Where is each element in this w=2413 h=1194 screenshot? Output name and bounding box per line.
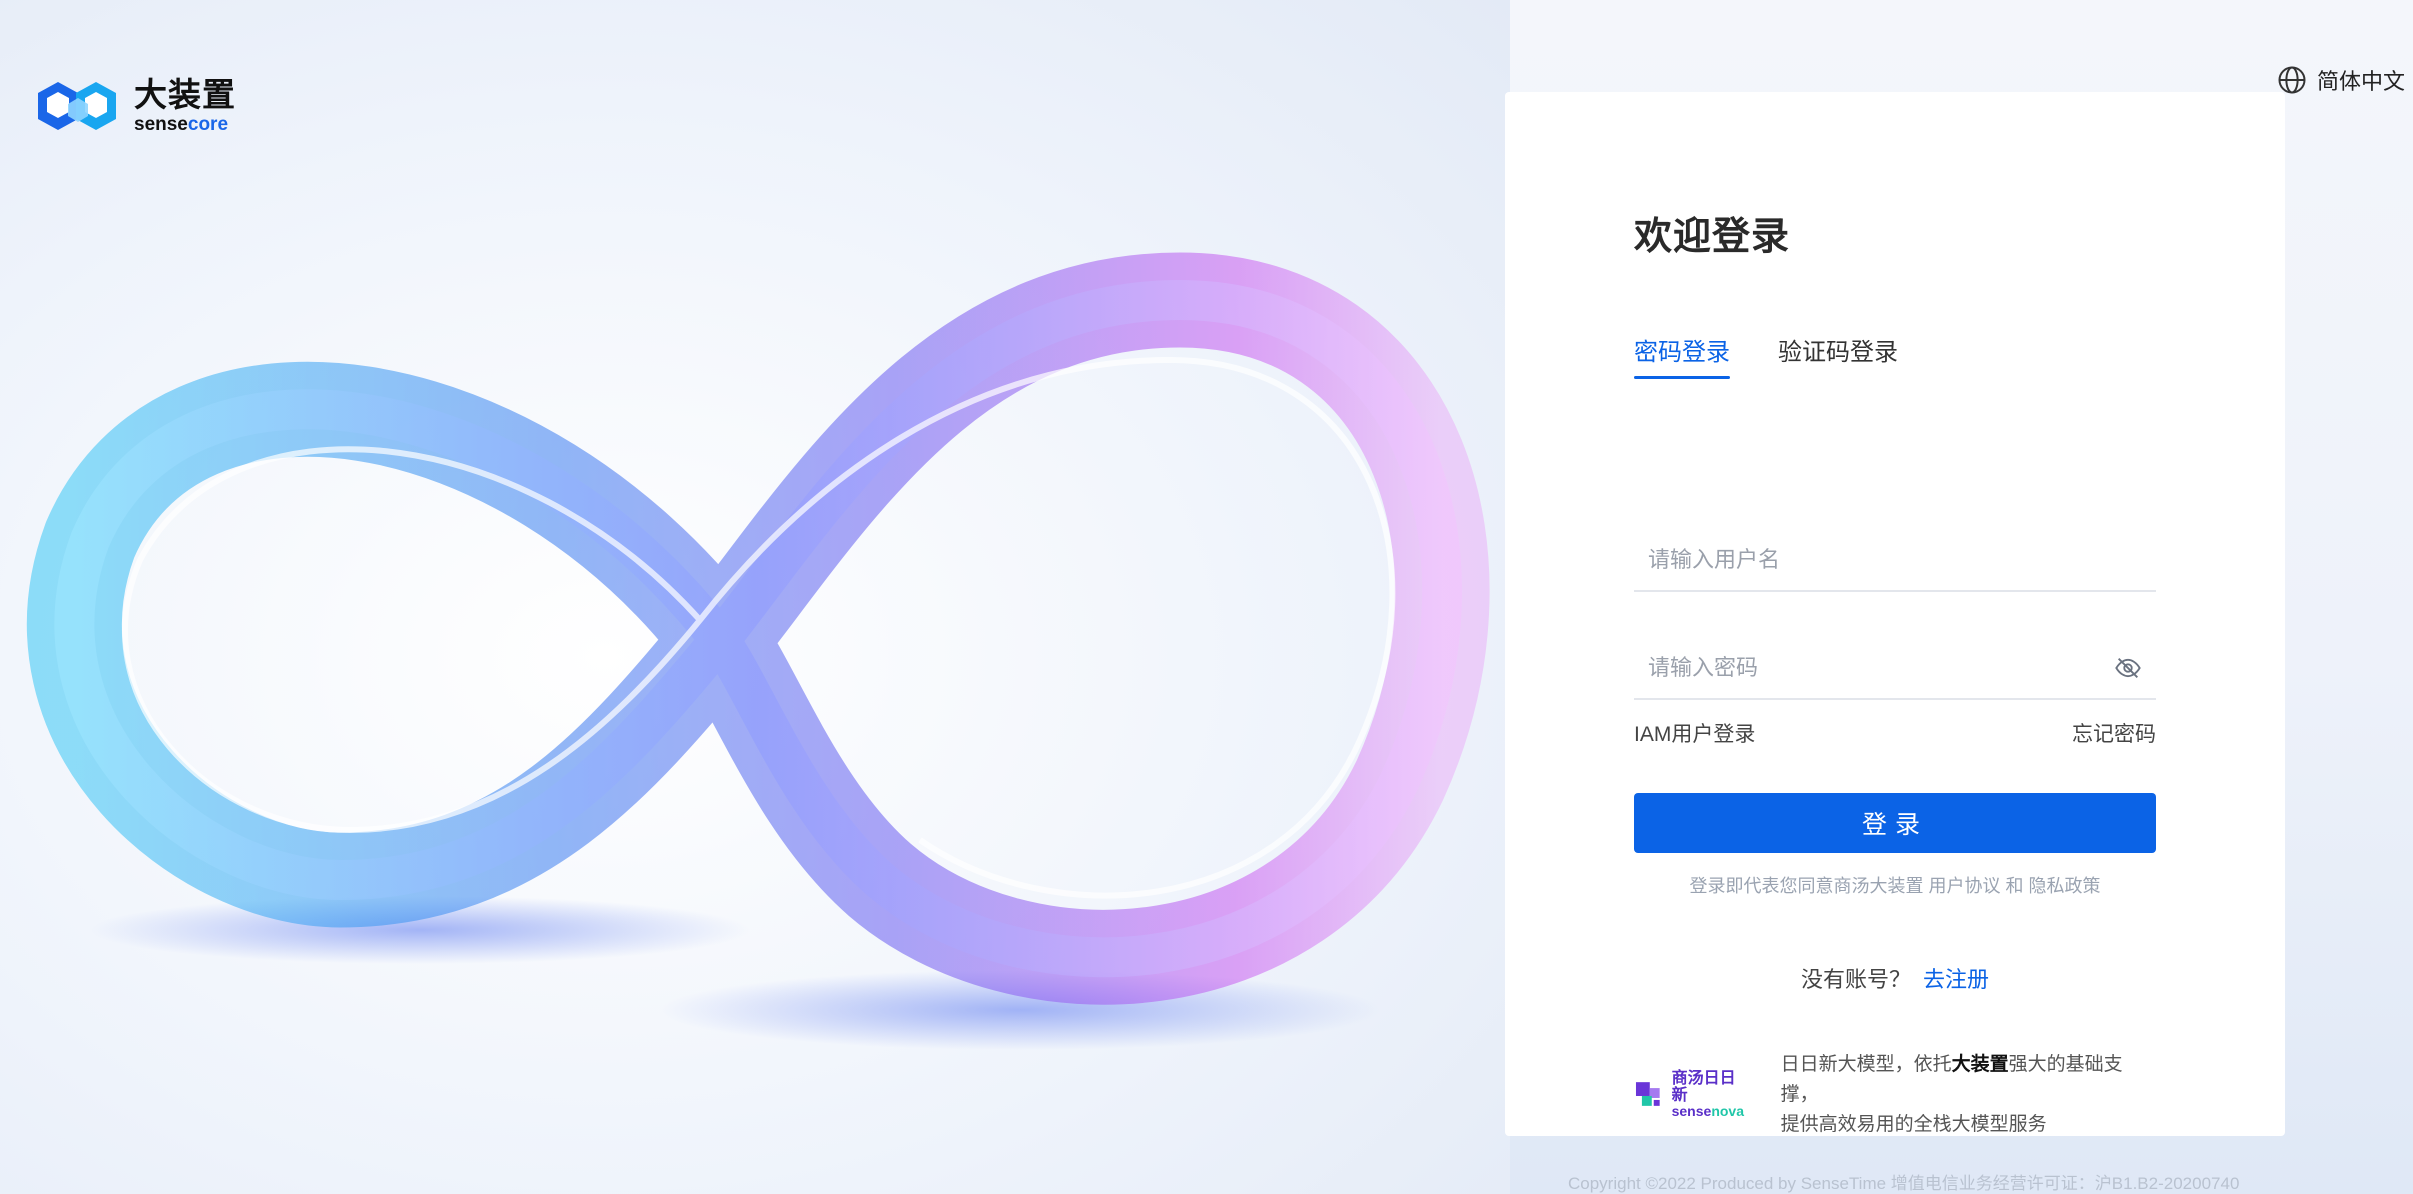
login-heading: 欢迎登录	[1634, 216, 1791, 258]
password-field	[1634, 638, 2156, 700]
brand-sub-prefix: sense	[134, 114, 188, 135]
sensenova-logo[interactable]: 商汤日日新 sensenova	[1634, 1069, 1751, 1119]
register-link[interactable]: 去注册	[1923, 967, 1989, 992]
username-field	[1634, 530, 2156, 592]
language-switcher[interactable]: 简体中文	[2277, 64, 2405, 96]
tab-code-login[interactable]: 验证码登录	[1778, 332, 1898, 379]
login-tabs: 密码登录 验证码登录	[1634, 332, 1898, 379]
globe-icon	[2278, 66, 2306, 94]
password-input[interactable]	[1634, 655, 2156, 681]
brand-title: 大装置	[134, 76, 236, 113]
language-label: 简体中文	[2316, 69, 2405, 94]
agreement-text: 登录即代表您同意商汤大装置 用户协议 和 隐私政策	[1634, 872, 2156, 898]
register-question: 没有账号？	[1800, 967, 1911, 992]
privacy-policy-link[interactable]: 隐私政策	[2029, 876, 2101, 896]
user-agreement-link[interactable]: 用户协议	[1928, 876, 2000, 896]
promo-text-before: 日日新大模型，依托	[1780, 1054, 1952, 1075]
sensenova-en-name: sensenova	[1672, 1104, 1751, 1119]
username-input[interactable]	[1634, 547, 2156, 573]
promo-description: 日日新大模型，依托大装置强大的基础支撑， 提供高效易用的全栈大模型服务	[1781, 1050, 2156, 1140]
brand-logo[interactable]: 大装置 sensecore	[34, 78, 236, 134]
tab-password-login[interactable]: 密码登录	[1634, 332, 1730, 379]
register-row: 没有账号？ 去注册	[1634, 962, 2156, 994]
infinity-ribbon-graphic	[26, 252, 1490, 1050]
promo-text-line2: 提供高效易用的全栈大模型服务	[1780, 1114, 2047, 1135]
sensenova-en-a: sense	[1671, 1103, 1712, 1120]
sensecore-logo-icon	[38, 82, 116, 130]
login-card: 欢迎登录 密码登录 验证码登录 IAM用户登录 忘记密码 登录 登录即代表您同意…	[1505, 92, 2285, 1136]
agreement-and: 和	[2005, 876, 2024, 896]
sensenova-promo: 商汤日日新 sensenova 日日新大模型，依托大装置强大的基础支撑， 提供高…	[1634, 1050, 2156, 1140]
forgot-password-link[interactable]: 忘记密码	[2072, 718, 2156, 748]
login-button[interactable]: 登录	[1634, 793, 2156, 853]
sensenova-logo-icon	[1635, 1082, 1660, 1106]
agreement-prefix: 登录即代表您同意商汤大装置	[1689, 876, 1924, 896]
promo-text-bold: 大装置	[1951, 1054, 2009, 1075]
iam-login-link[interactable]: IAM用户登录	[1634, 718, 1755, 748]
hero-illustration	[0, 0, 1510, 1194]
sensenova-cn-name: 商汤日日新	[1671, 1069, 1736, 1104]
brand-sub-accent: core	[187, 114, 229, 135]
login-options-row: IAM用户登录 忘记密码	[1634, 718, 2156, 748]
eye-off-icon[interactable]	[2114, 654, 2142, 682]
copyright-footer: Copyright ©2022 Produced by SenseTime 增值…	[1568, 1174, 2240, 1193]
sensenova-en-b: nova	[1711, 1103, 1744, 1120]
brand-subtitle: sensecore	[134, 115, 236, 134]
